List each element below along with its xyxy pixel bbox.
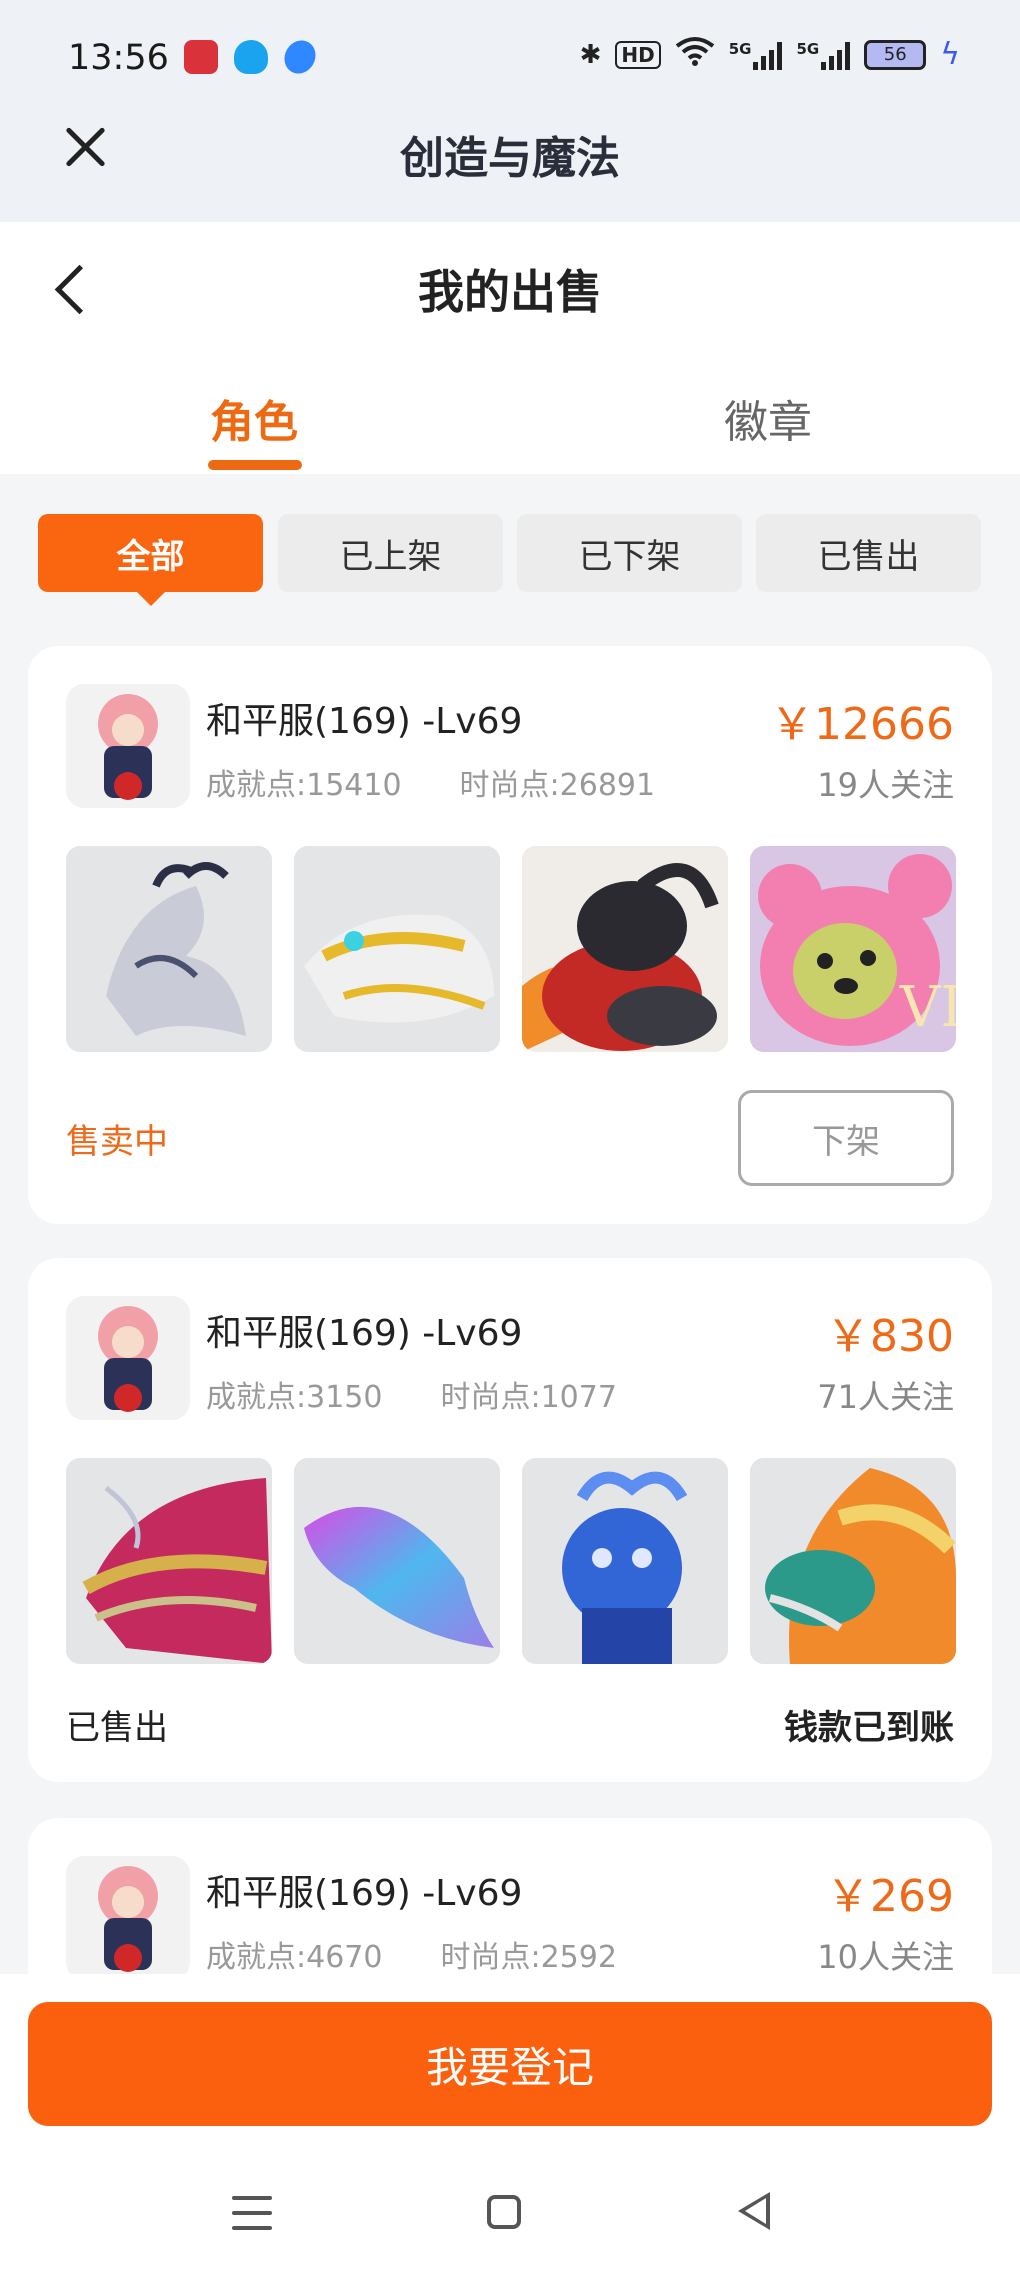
delist-button[interactable]: 下架 xyxy=(738,1090,954,1186)
app-notification-icon xyxy=(184,40,218,74)
charging-icon: ϟ xyxy=(940,37,960,72)
status-bar: 13:56 ✱ HD 5G 5G 56 ϟ xyxy=(0,0,1020,118)
menu-icon[interactable] xyxy=(232,2196,272,2230)
signal-2-icon: 5G xyxy=(796,39,851,70)
silver-dragon-thumbnail[interactable] xyxy=(66,846,272,1052)
rainbow-fin-thumbnail[interactable] xyxy=(294,1458,500,1664)
fashion-points: 时尚点:2592 xyxy=(440,1940,617,1975)
listing-price: ￥830 xyxy=(826,1311,954,1362)
svg-text:VI: VI xyxy=(899,975,956,1040)
signal-2-label: 5G xyxy=(796,39,820,58)
character-stats: 成就点:4670 时尚点:2592 xyxy=(206,1932,617,1976)
filter-unlisted[interactable]: 已下架 xyxy=(517,514,742,592)
wifi-icon xyxy=(675,36,715,73)
qq-notification-icon xyxy=(234,40,268,74)
character-stats: 成就点:3150 时尚点:1077 xyxy=(206,1372,617,1416)
page-title: 我的出售 xyxy=(418,265,602,319)
listing-card[interactable]: 和平服(169) -Lv69 成就点:3150 时尚点:1077 ￥830 71… xyxy=(28,1258,992,1782)
red-gold-dragon-thumbnail[interactable] xyxy=(66,1458,272,1664)
dark-beasts-thumbnail[interactable] xyxy=(522,846,728,1052)
character-name: 和平服(169) -Lv69 xyxy=(206,701,523,742)
fashion-points: 时尚点:26891 xyxy=(459,768,656,803)
pet-thumbnails xyxy=(66,1458,956,1664)
golden-dragon-thumbnail[interactable] xyxy=(294,846,500,1052)
character-name: 和平服(169) -Lv69 xyxy=(206,1873,523,1914)
follower-count: 71人关注 xyxy=(817,1378,954,1416)
battery-icon: 56 xyxy=(864,39,927,70)
bluetooth-icon: ✱ xyxy=(579,39,602,70)
status-time: 13:56 xyxy=(68,38,169,78)
listing-card[interactable]: 和平服(169) -Lv69 成就点:15410 时尚点:26891 ￥1266… xyxy=(28,646,992,1224)
blue-dragon-thumbnail[interactable] xyxy=(522,1458,728,1664)
mini-program-title: 创造与魔法 xyxy=(400,133,620,184)
hd-icon: HD xyxy=(615,40,661,69)
payment-received-note: 钱款已到账 xyxy=(784,1708,954,1748)
signal-1-label: 5G xyxy=(728,39,752,58)
listing-price: ￥12666 xyxy=(770,699,954,750)
achievement-points: 成就点:15410 xyxy=(206,768,402,803)
character-name: 和平服(169) -Lv69 xyxy=(206,1313,523,1354)
listing-status: 已售出 xyxy=(66,1708,168,1748)
pet-thumbnails: VI xyxy=(66,846,956,1052)
feather-notification-icon xyxy=(278,34,322,80)
listing-price: ￥269 xyxy=(826,1871,954,1922)
follower-count: 10人关注 xyxy=(817,1938,954,1976)
character-avatar xyxy=(66,684,190,808)
nav-back-icon[interactable] xyxy=(738,2192,770,2230)
pink-bear-thumbnail[interactable]: VI xyxy=(750,846,956,1052)
tab-role[interactable]: 角色 xyxy=(210,386,298,450)
filter-listed[interactable]: 已上架 xyxy=(278,514,503,592)
character-avatar xyxy=(66,1856,190,1980)
active-tab-indicator xyxy=(208,460,302,470)
top-header: 13:56 ✱ HD 5G 5G 56 ϟ 创造与魔法 xyxy=(0,0,1020,222)
listing-status: 售卖中 xyxy=(66,1122,168,1162)
home-icon[interactable] xyxy=(487,2195,521,2229)
signal-1-icon: 5G xyxy=(729,40,783,70)
flame-dragon-thumbnail[interactable] xyxy=(750,1458,956,1664)
character-stats: 成就点:15410 时尚点:26891 xyxy=(206,760,655,804)
tab-badge[interactable]: 徽章 xyxy=(724,386,812,450)
character-avatar xyxy=(66,1296,190,1420)
register-button[interactable]: 我要登记 xyxy=(28,2002,992,2126)
filter-sold[interactable]: 已售出 xyxy=(756,514,981,592)
follower-count: 19人关注 xyxy=(817,766,954,804)
fashion-points: 时尚点:1077 xyxy=(440,1380,617,1415)
filter-all[interactable]: 全部 xyxy=(38,514,263,606)
achievement-points: 成就点:3150 xyxy=(206,1380,383,1415)
status-icons: ✱ HD 5G 5G 56 ϟ xyxy=(580,36,960,73)
achievement-points: 成就点:4670 xyxy=(206,1940,383,1975)
